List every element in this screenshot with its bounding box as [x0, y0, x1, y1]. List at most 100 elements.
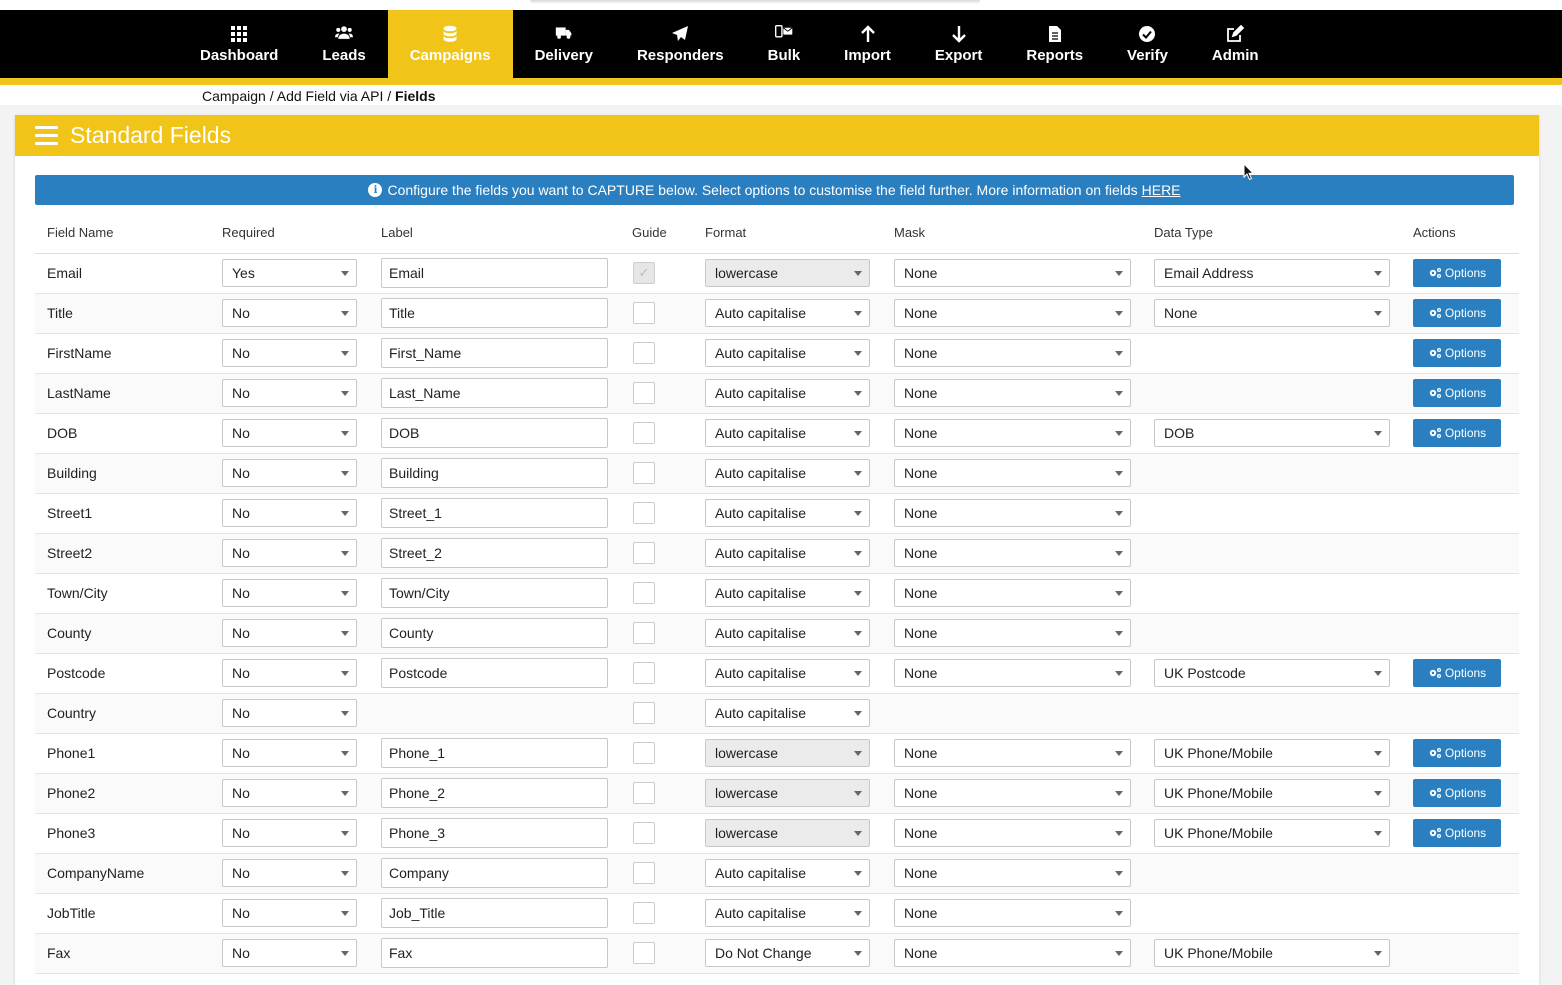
required-select[interactable]: No	[222, 419, 357, 447]
mask-select[interactable]: None	[894, 339, 1131, 367]
required-select[interactable]: No	[222, 939, 357, 967]
guide-checkbox[interactable]	[633, 542, 655, 564]
label-input[interactable]: Street_1	[381, 498, 608, 528]
label-input[interactable]: Town/City	[381, 578, 608, 608]
options-button[interactable]: Options	[1413, 339, 1501, 367]
required-select[interactable]: No	[222, 579, 357, 607]
options-button[interactable]: Options	[1413, 739, 1501, 767]
format-select[interactable]: Auto capitalise	[705, 899, 870, 927]
format-select[interactable]: Auto capitalise	[705, 299, 870, 327]
format-select[interactable]: Auto capitalise	[705, 859, 870, 887]
mask-select[interactable]: None	[894, 299, 1131, 327]
guide-checkbox[interactable]	[633, 782, 655, 804]
options-button[interactable]: Options	[1413, 299, 1501, 327]
label-input[interactable]: Building	[381, 458, 608, 488]
nav-item-dashboard[interactable]: Dashboard	[178, 10, 300, 78]
mask-select[interactable]: None	[894, 779, 1131, 807]
datatype-select[interactable]: DOB	[1154, 419, 1390, 447]
guide-checkbox[interactable]	[633, 582, 655, 604]
mask-select[interactable]: None	[894, 739, 1131, 767]
format-select[interactable]: Do Not Change	[705, 939, 870, 967]
nav-item-verify[interactable]: Verify	[1105, 10, 1190, 78]
format-select[interactable]: Auto capitalise	[705, 499, 870, 527]
label-input[interactable]: Phone_2	[381, 778, 608, 808]
datatype-select[interactable]: None	[1154, 299, 1390, 327]
label-input[interactable]: Company	[381, 858, 608, 888]
nav-item-admin[interactable]: Admin	[1190, 10, 1281, 78]
nav-item-delivery[interactable]: Delivery	[513, 10, 615, 78]
format-select[interactable]: Auto capitalise	[705, 659, 870, 687]
label-input[interactable]: Street_2	[381, 538, 608, 568]
datatype-select[interactable]: UK Phone/Mobile	[1154, 939, 1390, 967]
mask-select[interactable]: None	[894, 659, 1131, 687]
label-input[interactable]: DOB	[381, 418, 608, 448]
required-select[interactable]: No	[222, 339, 357, 367]
mask-select[interactable]: None	[894, 259, 1131, 287]
format-select[interactable]: Auto capitalise	[705, 619, 870, 647]
label-input[interactable]: County	[381, 618, 608, 648]
guide-checkbox[interactable]	[633, 302, 655, 324]
breadcrumb-add-field[interactable]: Add Field via API	[277, 88, 384, 104]
required-select[interactable]: No	[222, 779, 357, 807]
required-select[interactable]: No	[222, 299, 357, 327]
label-input[interactable]: Postcode	[381, 658, 608, 688]
datatype-select[interactable]: UK Postcode	[1154, 659, 1390, 687]
mask-select[interactable]: None	[894, 859, 1131, 887]
required-select[interactable]: No	[222, 739, 357, 767]
required-select[interactable]: No	[222, 499, 357, 527]
options-button[interactable]: Options	[1413, 259, 1501, 287]
menu-icon[interactable]	[35, 126, 58, 145]
label-input[interactable]: Phone_3	[381, 818, 608, 848]
label-input[interactable]: First_Name	[381, 338, 608, 368]
mask-select[interactable]: None	[894, 539, 1131, 567]
info-link[interactable]: HERE	[1142, 182, 1181, 198]
mask-select[interactable]: None	[894, 819, 1131, 847]
required-select[interactable]: No	[222, 899, 357, 927]
nav-item-responders[interactable]: Responders	[615, 10, 746, 78]
format-select[interactable]: Auto capitalise	[705, 379, 870, 407]
datatype-select[interactable]: Email Address	[1154, 259, 1390, 287]
nav-item-campaigns[interactable]: Campaigns	[387, 10, 513, 78]
guide-checkbox[interactable]	[633, 422, 655, 444]
mask-select[interactable]: None	[894, 619, 1131, 647]
format-select[interactable]: Auto capitalise	[705, 539, 870, 567]
guide-checkbox[interactable]	[633, 942, 655, 964]
guide-checkbox[interactable]	[633, 462, 655, 484]
guide-checkbox[interactable]	[633, 902, 655, 924]
guide-checkbox[interactable]	[633, 502, 655, 524]
format-select[interactable]: Auto capitalise	[705, 339, 870, 367]
mask-select[interactable]: None	[894, 419, 1131, 447]
options-button[interactable]: Options	[1413, 379, 1501, 407]
label-input[interactable]: Email	[381, 258, 608, 288]
required-select[interactable]: No	[222, 659, 357, 687]
datatype-select[interactable]: UK Phone/Mobile	[1154, 819, 1390, 847]
guide-checkbox[interactable]	[633, 862, 655, 884]
required-select[interactable]: No	[222, 459, 357, 487]
required-select[interactable]: No	[222, 819, 357, 847]
mask-select[interactable]: None	[894, 939, 1131, 967]
required-select[interactable]: Yes	[222, 259, 357, 287]
label-input[interactable]: Title	[381, 298, 608, 328]
label-input[interactable]: Job_Title	[381, 898, 608, 928]
datatype-select[interactable]: UK Phone/Mobile	[1154, 739, 1390, 767]
required-select[interactable]: No	[222, 859, 357, 887]
options-button[interactable]: Options	[1413, 819, 1501, 847]
nav-item-leads[interactable]: Leads	[300, 10, 387, 78]
mask-select[interactable]: None	[894, 459, 1131, 487]
format-select[interactable]: Auto capitalise	[705, 459, 870, 487]
mask-select[interactable]: None	[894, 379, 1131, 407]
breadcrumb-campaign[interactable]: Campaign	[202, 88, 266, 104]
options-button[interactable]: Options	[1413, 659, 1501, 687]
datatype-select[interactable]: UK Phone/Mobile	[1154, 779, 1390, 807]
mask-select[interactable]: None	[894, 899, 1131, 927]
nav-item-reports[interactable]: Reports	[1004, 10, 1105, 78]
required-select[interactable]: No	[222, 539, 357, 567]
label-input[interactable]: Fax	[381, 938, 608, 968]
format-select[interactable]: Auto capitalise	[705, 699, 870, 727]
mask-select[interactable]: None	[894, 579, 1131, 607]
guide-checkbox[interactable]	[633, 342, 655, 364]
required-select[interactable]: No	[222, 699, 357, 727]
label-input[interactable]: Phone_1	[381, 738, 608, 768]
options-button[interactable]: Options	[1413, 779, 1501, 807]
nav-item-bulk[interactable]: Bulk	[746, 10, 823, 78]
